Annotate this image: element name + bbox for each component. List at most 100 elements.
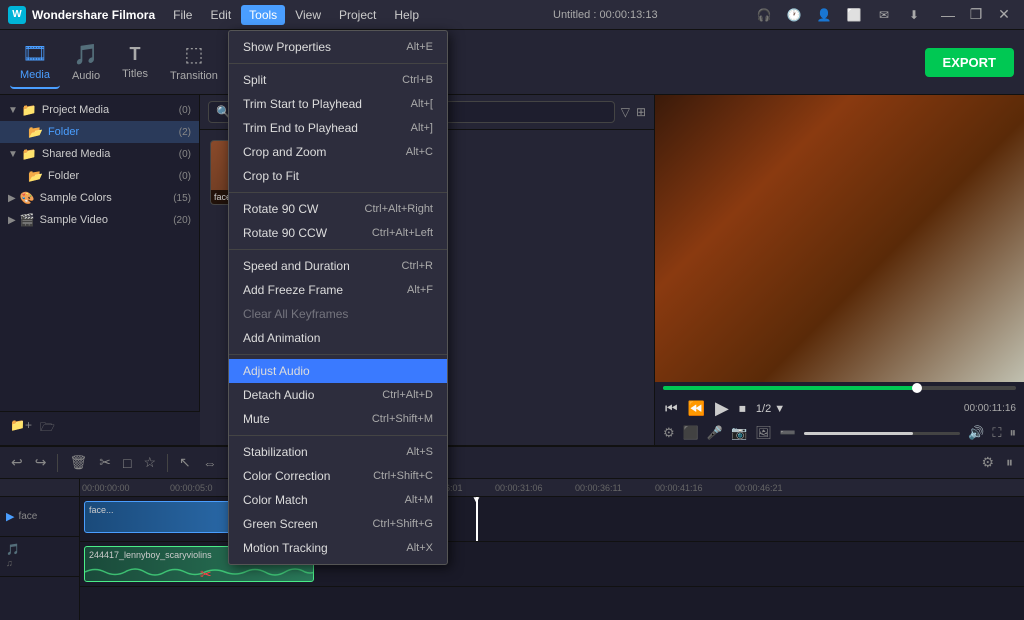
audio-label: Audio [72,70,100,82]
maximize-button[interactable]: ❐ [964,5,988,25]
expand-icon-4: ▶ [8,215,16,226]
tree-folder[interactable]: 📂 Folder (2) [0,121,199,143]
minus-circle-icon[interactable]: ➖ [780,425,796,441]
menu-green-screen[interactable]: Green Screen Ctrl+Shift+G [229,512,447,536]
trim-tool[interactable]: ⇔ [200,452,220,474]
export-button[interactable]: EXPORT [925,48,1014,77]
volume-icon[interactable]: 🔊 [968,425,984,441]
headphone-icon[interactable]: 🎧 [752,3,776,27]
download-icon[interactable]: ⬇ [902,3,926,27]
fullscreen-icon[interactable]: ⛶ [992,425,1001,441]
menu-edit[interactable]: Edit [202,5,239,25]
menu-adjust-audio[interactable]: Adjust Audio [229,359,447,383]
new-folder-icon[interactable]: 🗁 [40,418,55,439]
menu-view[interactable]: View [287,5,329,25]
progress-bar[interactable] [663,386,1016,390]
crop-icon[interactable]: ⬛ [683,425,699,441]
undo-button[interactable]: ↩ [8,451,26,474]
toolbar: 🎞 Media 🎵 Audio T Titles ⬚ Transition EX… [0,30,1024,95]
playhead[interactable] [476,497,478,541]
tree-shared-folder[interactable]: 📂 Folder (0) [0,165,199,187]
grid-view-icon[interactable]: ⊞ [636,105,646,119]
menu-project[interactable]: Project [331,5,384,25]
close-button[interactable]: ✕ [992,5,1016,25]
folder-icon: 📁 [22,103,37,117]
menu-split[interactable]: Split Ctrl+B [229,68,447,92]
menu-section-4: Speed and Duration Ctrl+R Add Freeze Fra… [229,250,447,355]
app-logo: W Wondershare Filmora [8,6,155,24]
timeline-tracks: 00:00:00:00 00:00:05:0 00:00:10:20 00:00… [80,479,1024,620]
menu-tools[interactable]: Tools [241,5,285,25]
trim-start-shortcut: Alt+[ [411,98,433,110]
split-label: Split [243,73,402,87]
volume-bar[interactable] [804,432,960,435]
menu-color-correction[interactable]: Color Correction Ctrl+Shift+C [229,464,447,488]
video-clip-label: face... [85,503,118,517]
tools-dropdown-menu[interactable]: Show Properties Alt+E Split Ctrl+B Trim … [228,30,448,565]
tree-shared-media[interactable]: ▼ 📁 Shared Media (0) [0,143,199,165]
toolbar-transitions[interactable]: ⬚ Transition [160,36,228,88]
media-icon: 🎞 [22,41,47,66]
menu-rotate-ccw[interactable]: Rotate 90 CCW Ctrl+Alt+Left [229,221,447,245]
menu-color-match[interactable]: Color Match Alt+M [229,488,447,512]
folder-icon-3: 📁 [22,147,37,161]
menu-freeze-frame[interactable]: Add Freeze Frame Alt+F [229,278,447,302]
menu-help[interactable]: Help [386,5,427,25]
add-folder-icon[interactable]: 📁+ [10,418,32,439]
pause-icon[interactable]: ⏸ [1003,451,1016,474]
menu-crop-zoom[interactable]: Crop and Zoom Alt+C [229,140,447,164]
mail-icon[interactable]: ✉ [872,3,896,27]
crop-fit-label: Crop to Fit [243,169,433,183]
menu-file[interactable]: File [165,5,200,25]
camera-icon[interactable]: 📷 [731,425,747,441]
menu-motion-tracking[interactable]: Motion Tracking Alt+X [229,536,447,560]
menu-detach-audio[interactable]: Detach Audio Ctrl+Alt+D [229,383,447,407]
step-back-button[interactable]: ⏪ [686,398,707,419]
select-tool[interactable]: ↖ [176,451,194,474]
tree-project-media[interactable]: ▼ 📁 Project Media (0) [0,99,199,121]
crop-zoom-shortcut: Alt+C [406,146,433,158]
video-clip[interactable]: face... [84,501,244,533]
tree-sample-colors[interactable]: ▶ 🎨 Sample Colors (15) [0,187,199,209]
toolbar-titles[interactable]: T Titles [112,38,158,86]
logo-icon: W [8,6,26,24]
copy-tl-button[interactable]: □ [120,452,134,474]
toolbar-audio[interactable]: 🎵 Audio [62,36,110,88]
delete-button[interactable]: 🗑 [66,451,90,474]
copy-icon[interactable]: ⬜ [842,3,866,27]
project-media-count: (0) [179,105,191,116]
settings-icon[interactable]: ⚙ [978,451,997,474]
skip-back-button[interactable]: ⏮ [663,398,680,419]
menu-trim-end[interactable]: Trim End to Playhead Alt+] [229,116,447,140]
mic-icon[interactable]: 🎤 [707,425,723,441]
filter-icon[interactable]: ▽ [621,105,630,119]
more-icon[interactable]: ⏸ [1010,425,1017,441]
toolbar-media[interactable]: 🎞 Media [10,35,60,89]
redo-button[interactable]: ↪ [32,451,50,474]
stop-button[interactable]: ⏹ [737,398,748,419]
screenshot-icon[interactable]: 🖼 [755,425,772,441]
user-icon[interactable]: 👤 [812,3,836,27]
menu-add-animation[interactable]: Add Animation [229,326,447,350]
transitions-label: Transition [170,70,218,82]
video-track-icon: ▶ [6,510,14,523]
paste-button[interactable]: ☆ [140,451,159,474]
menu-mute[interactable]: Mute Ctrl+Shift+M [229,407,447,431]
menu-speed-duration[interactable]: Speed and Duration Ctrl+R [229,254,447,278]
motion-tracking-label: Motion Tracking [243,541,406,555]
menu-show-properties[interactable]: Show Properties Alt+E [229,35,447,59]
video-background [655,95,1024,382]
cut-button[interactable]: ✂ [96,451,114,474]
play-button[interactable]: ▶ [713,396,731,421]
menu-rotate-cw[interactable]: Rotate 90 CW Ctrl+Alt+Right [229,197,447,221]
ruler-mark-5: 00:00:31:06 [495,483,543,493]
audio-track: 244417_lennyboy_scaryviolins ✂ [80,542,1024,587]
menu-trim-start[interactable]: Trim Start to Playhead Alt+[ [229,92,447,116]
tree-sample-video[interactable]: ▶ 🎬 Sample Video (20) [0,209,199,231]
menu-crop-fit[interactable]: Crop to Fit [229,164,447,188]
clock-icon[interactable]: 🕐 [782,3,806,27]
minimize-button[interactable]: — [936,5,960,25]
speed-selector[interactable]: 1/2 ▼ [754,401,787,417]
render-icon[interactable]: ⚙ [663,425,675,441]
menu-stabilization[interactable]: Stabilization Alt+S [229,440,447,464]
